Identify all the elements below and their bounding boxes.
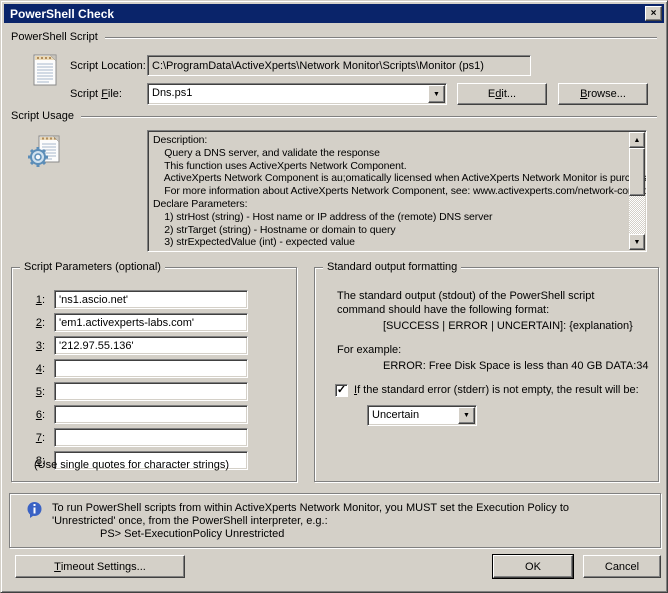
- stdout-text-line1: The standard output (stdout) of the Powe…: [337, 290, 594, 302]
- script-location-label: Script Location:: [70, 60, 146, 72]
- script-file-value: Dns.ps1: [152, 87, 426, 99]
- stderr-result-dropdown-button[interactable]: ▼: [458, 407, 475, 424]
- title-bar[interactable]: PowerShell Check: [4, 4, 664, 23]
- script-file-dropdown-button[interactable]: ▼: [428, 85, 445, 103]
- cancel-button[interactable]: Cancel: [583, 555, 661, 578]
- param-row: 6:: [24, 405, 248, 424]
- param-label-5: 5:: [24, 386, 54, 398]
- info-icon: [26, 501, 43, 522]
- param-row: 7:: [24, 428, 248, 447]
- description-line: For more information about ActiveXperts …: [153, 185, 624, 198]
- info-line-2: 'Unrestricted' once, from the PowerShell…: [52, 515, 328, 527]
- description-line: Description:: [153, 134, 624, 147]
- script-gear-icon: [27, 134, 65, 175]
- param-input-4[interactable]: [54, 359, 248, 378]
- param-input-5[interactable]: [54, 382, 248, 401]
- notepad-script-icon: [31, 52, 59, 91]
- checkmark-icon: ✓: [337, 384, 346, 396]
- param-input-6[interactable]: [54, 405, 248, 424]
- stdout-group-label: Standard output formatting: [323, 261, 461, 273]
- close-button[interactable]: ×: [645, 6, 662, 21]
- execution-policy-info-box: To run PowerShell scripts from within Ac…: [9, 493, 661, 548]
- description-line: ActiveXperts Network Component is au;oma…: [153, 172, 624, 185]
- param-label-6: 6:: [24, 409, 54, 421]
- stderr-result-combobox[interactable]: Uncertain ▼: [367, 405, 477, 426]
- description-scrollbar[interactable]: ▲ ▼: [629, 132, 645, 250]
- param-row: 4:: [24, 359, 248, 378]
- stdout-example-label: For example:: [337, 344, 401, 356]
- stderr-result-value: Uncertain: [372, 409, 456, 421]
- stdout-formatting-group: Standard output formatting The standard …: [314, 267, 659, 482]
- param-label-2: 2:: [24, 317, 54, 329]
- script-location-value[interactable]: [147, 55, 531, 76]
- param-input-3[interactable]: [54, 336, 248, 355]
- scroll-up-icon: ▲: [634, 137, 641, 144]
- description-line: 1) strHost (string) - Host name or IP ad…: [153, 211, 624, 224]
- param-label-7: 7:: [24, 432, 54, 444]
- info-line-1: To run PowerShell scripts from within Ac…: [52, 502, 569, 514]
- stderr-checkbox[interactable]: ✓: [335, 384, 348, 397]
- section-divider: [105, 37, 657, 39]
- info-line-3: PS> Set-ExecutionPolicy Unrestricted: [100, 528, 284, 540]
- ok-button[interactable]: OK: [493, 555, 573, 578]
- chevron-down-icon: ▼: [433, 91, 440, 98]
- script-parameters-group: Script Parameters (optional) 1: 2: 3: 4:…: [11, 267, 297, 482]
- stdout-example-line: ERROR: Free Disk Space is less than 40 G…: [383, 360, 649, 372]
- scroll-down-button[interactable]: ▼: [629, 234, 645, 250]
- param-label-4: 4:: [24, 363, 54, 375]
- scroll-up-button[interactable]: ▲: [629, 132, 645, 148]
- powershell-check-dialog: PowerShell Check × PowerShell Script Scr…: [0, 0, 668, 593]
- single-quotes-note: (Use single quotes for character strings…: [34, 459, 229, 471]
- script-file-combobox[interactable]: Dns.ps1 ▼: [147, 83, 447, 105]
- param-label-3: 3:: [24, 340, 54, 352]
- param-row: 2:: [24, 313, 248, 332]
- description-line: 3) strExpectedValue (int) - expected val…: [153, 236, 624, 249]
- script-parameters-group-label: Script Parameters (optional): [20, 261, 165, 273]
- param-input-7[interactable]: [54, 428, 248, 447]
- scroll-down-icon: ▼: [634, 239, 641, 246]
- browse-button[interactable]: Browse...: [558, 83, 648, 105]
- chevron-down-icon: ▼: [463, 412, 470, 419]
- param-label-1: 1:: [24, 294, 54, 306]
- stdout-text-line2: command should have the following format…: [337, 304, 549, 316]
- window-title: PowerShell Check: [10, 7, 114, 21]
- script-usage-section-header: Script Usage: [11, 110, 657, 122]
- powershell-script-section-label: PowerShell Script: [11, 31, 98, 43]
- timeout-settings-button[interactable]: Timeout Settings...: [15, 555, 185, 578]
- param-row: 1:: [24, 290, 248, 309]
- param-row: 5:: [24, 382, 248, 401]
- param-input-2[interactable]: [54, 313, 248, 332]
- powershell-script-section-header: PowerShell Script: [11, 31, 657, 43]
- section-divider: [81, 116, 657, 118]
- description-line: Declare Parameters:: [153, 198, 624, 211]
- close-icon: ×: [651, 9, 657, 19]
- script-parameters-rows: 1: 2: 3: 4: 5: 6:: [24, 290, 248, 474]
- script-usage-section-label: Script Usage: [11, 110, 74, 122]
- description-line: Query a DNS server, and validate the res…: [153, 147, 624, 160]
- param-row: 3:: [24, 336, 248, 355]
- edit-button[interactable]: Edit...: [457, 83, 547, 105]
- param-input-1[interactable]: [54, 290, 248, 309]
- description-line: This function uses ActiveXperts Network …: [153, 160, 624, 173]
- scrollbar-thumb[interactable]: [629, 148, 645, 196]
- script-description-box[interactable]: Description: Query a DNS server, and val…: [147, 130, 647, 252]
- description-line: 2) strTarget (string) - Hostname or doma…: [153, 224, 624, 237]
- script-location-field[interactable]: [147, 55, 531, 76]
- stdout-format-line: [SUCCESS | ERROR | UNCERTAIN]: {explanat…: [383, 320, 633, 332]
- script-file-label: Script File:: [70, 88, 122, 100]
- stderr-checkbox-label[interactable]: If the standard error (stderr) is not em…: [354, 384, 639, 396]
